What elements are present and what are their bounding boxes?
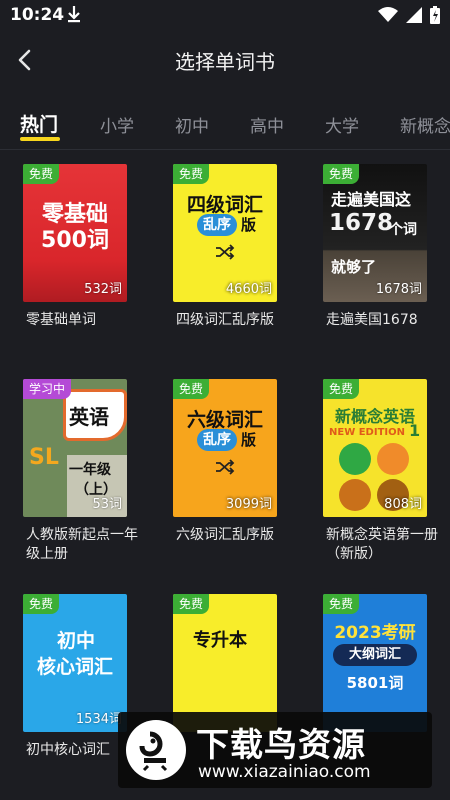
free-badge: 免费 <box>173 164 210 184</box>
app-bar: 选择单词书 <box>0 32 450 88</box>
cover-text: 专升本 <box>193 630 247 651</box>
cover-text: 六级词汇 <box>186 409 263 431</box>
watermark-logo <box>126 720 186 780</box>
cover-text: 1 <box>409 421 421 440</box>
book-title: 零基础单词 <box>26 312 96 328</box>
word-count: 53词 <box>92 497 122 512</box>
book-cover[interactable]: 新概念英语 NEW EDITION 1 免费 808词 <box>323 379 427 517</box>
tab-primary[interactable]: 小学 <box>100 112 134 137</box>
free-badge: 免费 <box>323 164 360 184</box>
shuffle-icon <box>216 459 235 475</box>
free-badge: 免费 <box>173 379 210 399</box>
book-card[interactable]: 新概念英语 NEW EDITION 1 免费 808词 新概念英语第一册（新版） <box>323 379 438 569</box>
free-badge: 免费 <box>323 594 360 614</box>
cover-text: 个词 <box>389 222 417 238</box>
cover-tag: 大纲词汇 <box>333 644 417 666</box>
book-card[interactable]: 走遍美国这 1678 个词 就够了 免费 1678词 走遍美国1678 <box>323 164 427 344</box>
book-card[interactable]: 初中 核心词汇 免费 1534词 初中核心词汇 <box>23 594 127 774</box>
watermark-banner: 下载鸟资源 www.xiazainiao.com <box>118 712 432 788</box>
status-time: 10:24 <box>10 5 65 25</box>
cover-text: 英语 <box>69 405 109 429</box>
book-title: 人教版新起点一年级上册 <box>26 527 138 562</box>
cover-logo-text: SL <box>29 445 59 470</box>
book-title: 走遍美国1678 <box>326 312 418 328</box>
book-cover[interactable]: 初中 核心词汇 免费 1534词 <box>23 594 127 732</box>
book-cover[interactable]: 四级词汇 乱序 版 免费 4660词 <box>173 164 277 302</box>
download-icon <box>66 4 82 28</box>
free-badge: 免费 <box>23 594 60 614</box>
book-title: 四级词汇乱序版 <box>176 312 274 328</box>
divider <box>0 149 450 150</box>
tab-junior[interactable]: 初中 <box>175 112 209 137</box>
book-cover[interactable]: 英语 SL 一年级 （上） 学习中 53词 <box>23 379 127 517</box>
cover-text: 走遍美国这 <box>331 190 412 209</box>
cover-text: 就够了 <box>331 258 377 276</box>
word-count: 808词 <box>384 497 422 512</box>
tab-university[interactable]: 大学 <box>325 112 359 137</box>
book-title: 新概念英语第一册（新版） <box>326 527 438 562</box>
cover-text: 版 <box>241 216 257 234</box>
cover-number: 1678 <box>329 210 394 236</box>
cover-text: 初中 <box>57 630 96 652</box>
tab-hot[interactable]: 热门 <box>20 110 58 137</box>
category-tabs: 热门 小学 初中 高中 大学 新概念 <box>0 100 450 150</box>
word-count: 1534词 <box>75 712 122 727</box>
cover-tag: 乱序 <box>197 429 237 451</box>
word-count: 3099词 <box>225 497 272 512</box>
book-cover[interactable]: 六级词汇 乱序 版 免费 3099词 <box>173 379 277 517</box>
free-badge: 免费 <box>323 379 360 399</box>
battery-icon <box>430 6 440 28</box>
book-card[interactable]: 四级词汇 乱序 版 免费 4660词 四级词汇乱序版 <box>173 164 277 344</box>
cover-text: 一年级 <box>69 462 111 478</box>
word-count: 532词 <box>84 282 122 297</box>
book-card[interactable]: 六级词汇 乱序 版 免费 3099词 六级词汇乱序版 <box>173 379 277 569</box>
learning-badge: 学习中 <box>23 379 72 399</box>
cover-text: 核心词汇 <box>37 656 114 678</box>
cover-text: NEW EDITION <box>329 427 405 438</box>
free-badge: 免费 <box>173 594 210 614</box>
status-bar: 10:24 <box>0 0 450 32</box>
word-count: 1678词 <box>375 282 422 297</box>
page-title: 选择单词书 <box>175 50 275 74</box>
shuffle-icon <box>216 244 235 260</box>
word-count: 4660词 <box>225 282 272 297</box>
watermark-title: 下载鸟资源 <box>196 725 366 764</box>
cover-text: 四级词汇 <box>186 194 263 216</box>
tab-senior[interactable]: 高中 <box>250 112 284 137</box>
signal-icon <box>406 7 422 27</box>
cover-text: 2023考研 <box>334 623 416 643</box>
wifi-icon <box>378 7 398 27</box>
cover-text: 500词 <box>41 228 109 253</box>
free-badge: 免费 <box>23 164 60 184</box>
cover-text: 版 <box>241 431 257 449</box>
book-cover[interactable]: 零基础 500词 免费 532词 <box>23 164 127 302</box>
watermark-url: www.xiazainiao.com <box>198 762 371 782</box>
book-cover[interactable]: 走遍美国这 1678 个词 就够了 免费 1678词 <box>323 164 427 302</box>
cover-text: 5801词 <box>346 674 404 692</box>
book-card[interactable]: 零基础 500词 免费 532词 零基础单词 <box>23 164 127 344</box>
book-card[interactable]: 英语 SL 一年级 （上） 学习中 53词 人教版新起点一年级上册 <box>23 379 138 569</box>
cover-tag: 乱序 <box>197 214 237 236</box>
tab-indicator <box>20 137 60 141</box>
book-title: 六级词汇乱序版 <box>176 527 274 543</box>
tab-new-concept[interactable]: 新概念 <box>400 112 450 137</box>
